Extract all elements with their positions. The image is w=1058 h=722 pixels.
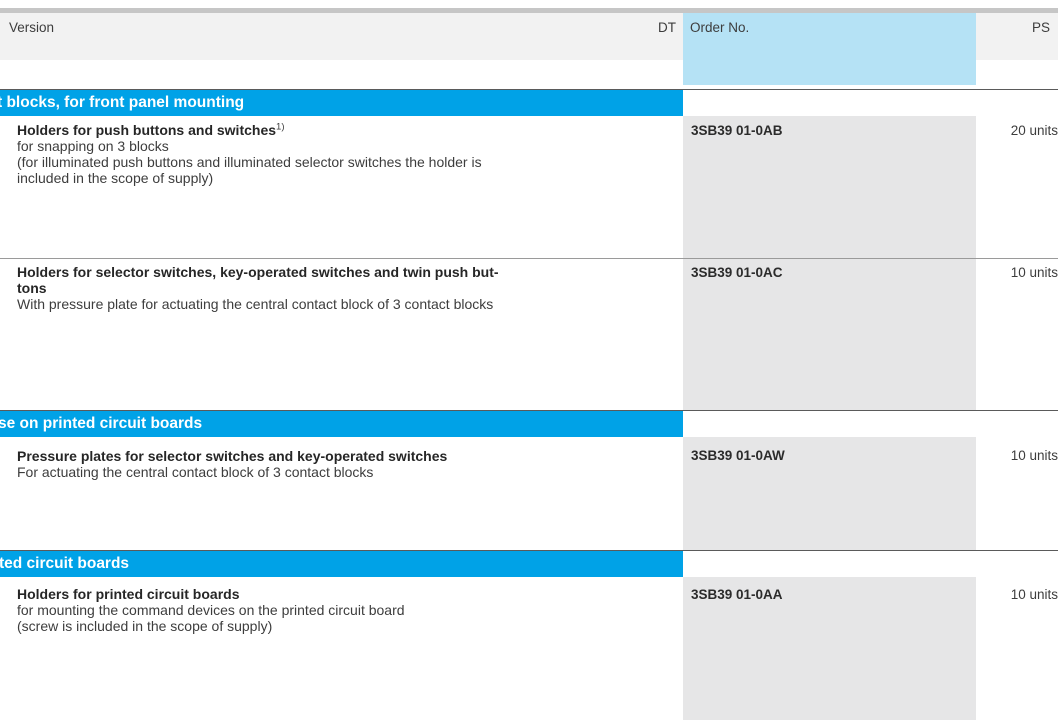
product-table: Version DT Order No. PS t blocks, for fr… [0,0,1058,722]
order-number[interactable]: 3SB39 01-0AW [691,448,785,464]
section-title-front-panel: t blocks, for front panel mounting [0,94,245,111]
packing-size: 20 units [1010,123,1058,138]
row-description-line: (screw is included in the scope of suppl… [17,618,273,634]
row-title: Holders for printed circuit boards [17,586,240,602]
table-row-holders-selector-switches: Holders for selector switches, key-opera… [17,264,657,312]
table-row-holders-printed-circuit-boards: Holders for printed circuit boards for m… [17,586,657,634]
order-number[interactable]: 3SB39 01-0AA [691,587,783,603]
row-description-line: included in the scope of supply) [17,170,214,186]
row-title: Holders for push buttons and switches [17,122,277,138]
row-description-line: For actuating the central contact block … [17,464,374,480]
order-cell [683,259,976,410]
row-title: Pressure plates for selector switches an… [17,448,448,464]
table-header-background [0,13,683,60]
section-title-printed-circuit-boards: se on printed circuit boards [0,415,203,432]
row-title-continued: tons [17,280,47,296]
row-description-line: With pressure plate for actuating the ce… [17,296,494,312]
packing-size: 10 units [1010,448,1058,463]
row-description-line: (for illuminated push buttons and illumi… [17,154,482,170]
row-description-line: for mounting the command devices on the … [17,602,405,618]
row-description-line: for snapping on 3 blocks [17,138,169,154]
order-number[interactable]: 3SB39 01-0AC [691,265,783,281]
order-number-column-header: Order No. [690,20,750,35]
version-column-header: Version [9,20,55,35]
table-row-pressure-plates: Pressure plates for selector switches an… [17,448,657,480]
ps-column-header: PS [1031,20,1050,35]
packing-size: 10 units [1010,587,1058,602]
table-row-holders-push-buttons: Holders for push buttons and switches1) … [17,122,657,186]
section-rule [683,410,1058,411]
order-number[interactable]: 3SB39 01-0AB [691,123,783,139]
dt-column-header: DT [658,20,676,35]
section-rule [683,89,1058,90]
section-rule [683,550,1058,551]
row-title: Holders for selector switches, key-opera… [17,264,499,280]
footnote-marker: 1) [276,121,285,133]
section-title-holders-printed-circuit-boards: ted circuit boards [0,555,130,572]
packing-size: 10 units [1010,265,1058,280]
